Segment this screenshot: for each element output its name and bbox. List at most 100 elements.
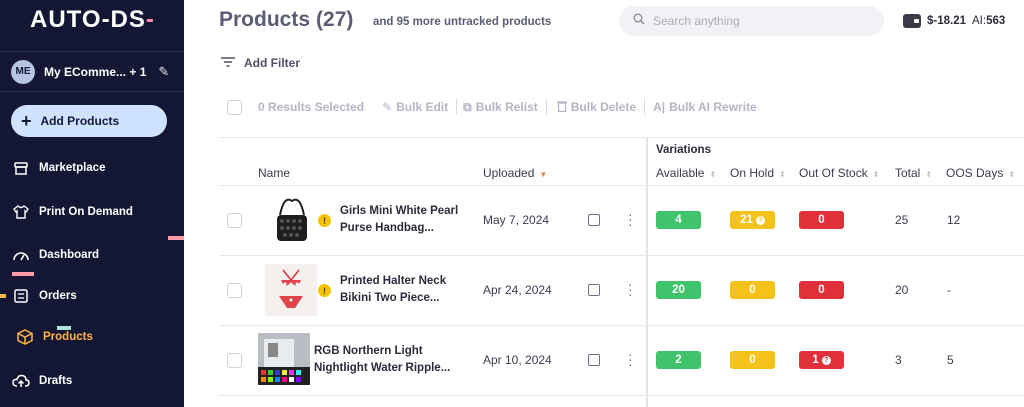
oos-days-value: -: [947, 283, 951, 297]
help-icon: ?: [821, 355, 831, 365]
product-count: (27): [316, 8, 354, 31]
bulk-edit-button[interactable]: ✎ Bulk Edit: [382, 100, 448, 114]
table-row[interactable]: ! Printed Halter Neck Bikini Two Piece..…: [219, 256, 1024, 326]
selected-count: 0 Results Selected: [258, 100, 365, 114]
note-icon[interactable]: [588, 214, 600, 226]
page-title: Products (27): [219, 8, 354, 31]
row-checkbox[interactable]: [227, 213, 242, 228]
row-checkbox[interactable]: [227, 283, 242, 298]
sidebar-item-print-on-demand[interactable]: Print On Demand: [12, 203, 133, 221]
sidebar-item-products[interactable]: Products: [16, 328, 93, 346]
uploaded-date: Apr 24, 2024: [483, 283, 552, 297]
out-of-stock-badge: 0: [799, 211, 844, 229]
decorative-mark: [57, 326, 71, 330]
sidebar-item-dashboard[interactable]: Dashboard: [12, 246, 99, 264]
uploaded-date: May 7, 2024: [483, 213, 550, 227]
on-hold-badge: 0: [730, 281, 775, 299]
sidebar: AUTO-DS- ME My EComme... + 1 ✎ + Add Pro…: [0, 0, 184, 407]
search-input[interactable]: Search anything: [619, 6, 884, 36]
sidebar-item-marketplace[interactable]: Marketplace: [12, 159, 105, 177]
store-selector[interactable]: ME My EComme... + 1 ✎: [0, 51, 184, 92]
list-icon: [12, 287, 30, 305]
store-icon: [12, 159, 30, 177]
select-all-checkbox[interactable]: [227, 99, 242, 115]
on-hold-badge: 0: [730, 351, 775, 369]
decorative-mark: [168, 236, 184, 240]
available-badge: 20: [656, 281, 701, 299]
column-on-hold[interactable]: On Hold ⬍: [730, 166, 786, 180]
ai-credits: AI:563: [972, 15, 1006, 27]
decorative-mark: [0, 294, 6, 298]
warning-icon[interactable]: !: [318, 214, 331, 227]
relist-icon: ⧉: [463, 99, 472, 114]
table-row[interactable]: ! Girls Mini White Pearl Purse Handbag..…: [219, 186, 1024, 256]
note-icon[interactable]: [588, 284, 600, 296]
trash-icon: [556, 100, 567, 115]
on-hold-badge[interactable]: 21?: [730, 211, 775, 229]
sidebar-item-label: Dashboard: [39, 249, 100, 261]
plus-icon: +: [21, 111, 32, 131]
total-value: 20: [895, 283, 909, 297]
table-row[interactable]: RGB Northern Light Nightlight Water Ripp…: [219, 326, 1024, 396]
sidebar-item-label: Orders: [39, 290, 77, 302]
divider: [545, 99, 547, 115]
sidebar-item-label: Marketplace: [39, 162, 106, 174]
untracked-products-note: and 95 more untracked products: [373, 16, 552, 28]
bulk-relist-button[interactable]: ⧉ Bulk Relist: [463, 100, 538, 115]
divider: [219, 395, 1024, 396]
pencil-icon: ✎: [382, 100, 393, 114]
search-placeholder: Search anything: [653, 14, 740, 28]
more-options-icon[interactable]: · · ·: [628, 277, 633, 301]
sort-icon: ⬍: [1008, 170, 1016, 179]
sort-desc-icon: ▼: [539, 170, 548, 179]
divider: [219, 137, 1024, 138]
pencil-icon[interactable]: ✎: [158, 64, 169, 80]
bulk-ai-rewrite-button[interactable]: A| Bulk AI Rewrite: [653, 100, 757, 114]
filter-icon: [221, 56, 235, 70]
note-icon[interactable]: [588, 354, 600, 366]
more-options-icon[interactable]: · · ·: [628, 207, 633, 231]
sidebar-item-label: Print On Demand: [39, 206, 133, 218]
more-options-icon[interactable]: · · ·: [628, 347, 633, 371]
column-uploaded[interactable]: Uploaded ▼: [483, 166, 547, 180]
out-of-stock-badge[interactable]: 1?: [799, 351, 844, 369]
bulk-delete-button[interactable]: Bulk Delete: [556, 100, 636, 115]
divider: [456, 99, 458, 115]
product-name[interactable]: Printed Halter Neck Bikini Two Piece...: [340, 273, 480, 307]
available-badge: 2: [656, 351, 701, 369]
product-thumbnail[interactable]: [258, 333, 310, 385]
total-value: 25: [895, 213, 909, 227]
gauge-icon: [12, 246, 30, 264]
total-value: 3: [895, 353, 902, 367]
add-products-button[interactable]: + Add Products: [11, 105, 167, 137]
oos-days-value: 5: [947, 353, 954, 367]
sidebar-item-orders[interactable]: Orders: [12, 287, 77, 305]
help-icon: ?: [755, 215, 765, 225]
account-balance[interactable]: $-18.21 AI:563: [903, 14, 1005, 28]
sidebar-item-drafts[interactable]: Drafts: [12, 372, 72, 390]
sidebar-item-label: Products: [43, 331, 93, 343]
add-products-label: Add Products: [40, 114, 120, 128]
column-name[interactable]: Name: [258, 166, 290, 180]
column-oos-days[interactable]: OOS Days ⬍: [946, 166, 1015, 180]
search-icon: [633, 12, 645, 30]
bulk-toolbar: 0 Results Selected ✎ Bulk Edit ⧉ Bulk Reli…: [227, 99, 757, 115]
box-icon: [16, 328, 34, 346]
add-filter-button[interactable]: Add Filter: [221, 56, 300, 70]
autods-logo[interactable]: AUTO-DS-: [30, 6, 155, 34]
product-name[interactable]: RGB Northern Light Nightlight Water Ripp…: [314, 343, 464, 377]
oos-days-value: 12: [947, 213, 961, 227]
ai-icon: A|: [653, 100, 666, 114]
product-thumbnail[interactable]: [266, 193, 318, 245]
row-checkbox[interactable]: [227, 353, 242, 368]
column-out-of-stock[interactable]: Out Of Stock ⬍: [799, 166, 879, 180]
tshirt-icon: [12, 203, 30, 221]
column-total[interactable]: Total ⬍: [895, 166, 932, 180]
warning-icon[interactable]: !: [318, 284, 331, 297]
product-thumbnail[interactable]: [265, 264, 317, 316]
add-filter-label: Add Filter: [244, 56, 300, 70]
decorative-mark: [12, 272, 34, 276]
sidebar-item-label: Drafts: [39, 375, 73, 387]
product-name[interactable]: Girls Mini White Pearl Purse Handbag...: [340, 203, 480, 237]
column-available[interactable]: Available ⬍: [656, 166, 716, 180]
